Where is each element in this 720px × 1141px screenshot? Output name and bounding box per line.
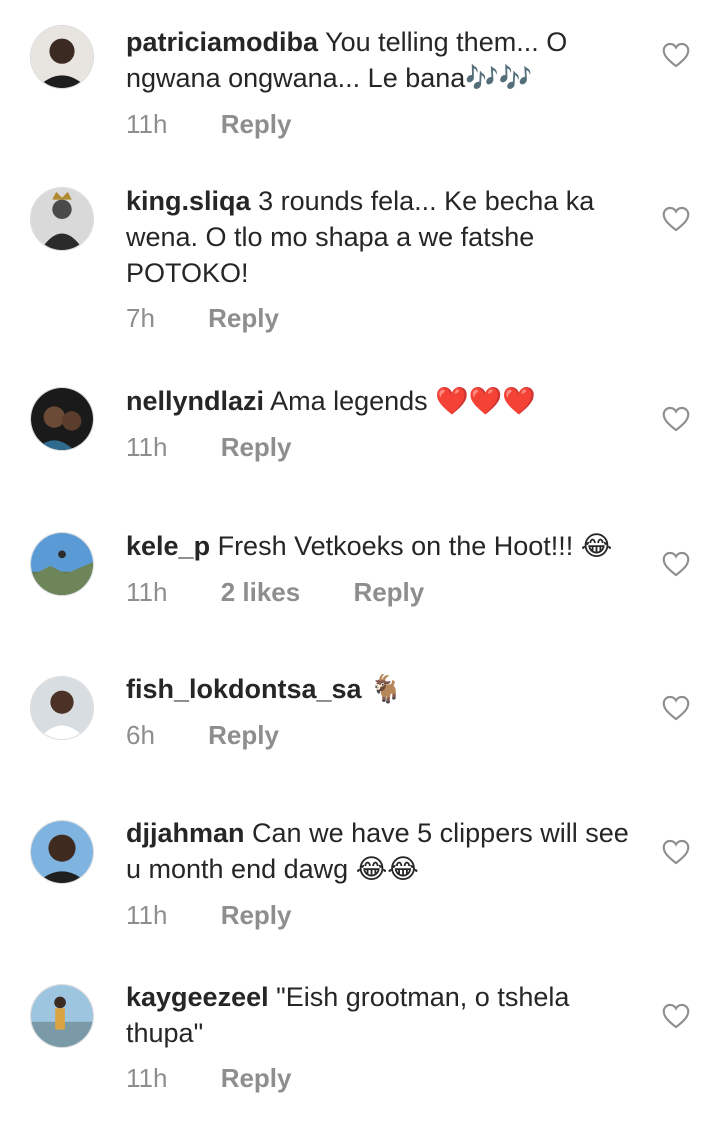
comment-time: 6h [126, 720, 155, 750]
comment-username[interactable]: fish_lokdontsa_sa [126, 674, 362, 704]
reply-button[interactable]: Reply [221, 1063, 292, 1093]
avatar[interactable] [30, 984, 94, 1048]
comment-emoji: 🐐 [369, 674, 403, 705]
comment-text-block: king.sliqa 3 rounds fela... Ke becha ka … [126, 183, 646, 291]
comment-username[interactable]: kele_p [126, 531, 210, 561]
comment-time: 11h [126, 900, 168, 930]
comment-meta: 11h Reply [126, 1061, 646, 1095]
comment-emoji: ❤️❤️❤️ [435, 386, 537, 417]
comment-body: patriciamodiba You telling them... O ngw… [126, 24, 646, 141]
comment-body: fish_lokdontsa_sa 🐐 6h Reply [126, 671, 646, 752]
comment-emoji: 😂😂 [355, 854, 419, 885]
comment-meta: 11h 2 likes Reply [126, 575, 646, 609]
avatar[interactable] [30, 25, 94, 89]
comment-body: kele_p Fresh Vetkoeks on the Hoot!!! 😂 1… [126, 528, 646, 609]
comment-time: 11h [126, 432, 168, 462]
comment-body: nellyndlazi Ama legends ❤️❤️❤️ 11h Reply [126, 383, 646, 464]
heart-outline-icon[interactable] [662, 406, 690, 432]
comment-meta: 6h Reply [126, 718, 646, 752]
heart-outline-icon[interactable] [662, 839, 690, 865]
comment-meta: 11h Reply [126, 107, 646, 141]
comment-text-block: djjahman Can we have 5 clippers will see… [126, 815, 646, 888]
likes-count[interactable]: 2 likes [221, 577, 301, 607]
comment-meta: 7h Reply [126, 301, 646, 335]
comment-username[interactable]: djjahman [126, 818, 245, 848]
avatar[interactable] [30, 532, 94, 596]
comment-username[interactable]: nellyndlazi [126, 386, 264, 416]
avatar[interactable] [30, 820, 94, 884]
comment-time: 7h [126, 303, 155, 333]
reply-button[interactable]: Reply [221, 900, 292, 930]
avatar[interactable] [30, 676, 94, 740]
comment-emoji: 😂 [580, 531, 613, 562]
comment-body: kaygeezeel "Eish grootman, o tshela thup… [126, 979, 646, 1095]
comment-meta: 11h Reply [126, 898, 646, 932]
reply-button[interactable]: Reply [353, 577, 424, 607]
comment-text-block: kele_p Fresh Vetkoeks on the Hoot!!! 😂 [126, 528, 646, 565]
comment-time: 11h [126, 1063, 168, 1093]
comment-meta: 11h Reply [126, 430, 646, 464]
comment-emoji: 🎶🎶 [465, 63, 533, 94]
comment-username[interactable]: king.sliqa [126, 186, 251, 216]
reply-button[interactable]: Reply [221, 432, 292, 462]
reply-button[interactable]: Reply [208, 720, 279, 750]
comment-text: Ama legends [270, 386, 428, 416]
reply-button[interactable]: Reply [221, 109, 292, 139]
comment-body: king.sliqa 3 rounds fela... Ke becha ka … [126, 183, 646, 335]
comment-text-block: kaygeezeel "Eish grootman, o tshela thup… [126, 979, 646, 1051]
heart-outline-icon[interactable] [662, 695, 690, 721]
comment-text-block: fish_lokdontsa_sa 🐐 [126, 671, 646, 708]
comment-time: 11h [126, 109, 168, 139]
reply-button[interactable]: Reply [208, 303, 279, 333]
comment-username[interactable]: patriciamodiba [126, 27, 318, 57]
comment-text: Fresh Vetkoeks on the Hoot!!! [217, 531, 574, 561]
heart-outline-icon[interactable] [662, 206, 690, 232]
comment-time: 11h [126, 577, 168, 607]
heart-outline-icon[interactable] [662, 1003, 690, 1029]
avatar[interactable] [30, 187, 94, 251]
avatar[interactable] [30, 387, 94, 451]
heart-outline-icon[interactable] [662, 551, 690, 577]
comment-username[interactable]: kaygeezeel [126, 982, 269, 1012]
heart-outline-icon[interactable] [662, 42, 690, 68]
comment-text-block: patriciamodiba You telling them... O ngw… [126, 24, 646, 97]
comment-body: djjahman Can we have 5 clippers will see… [126, 815, 646, 932]
comment-text-block: nellyndlazi Ama legends ❤️❤️❤️ [126, 383, 646, 420]
